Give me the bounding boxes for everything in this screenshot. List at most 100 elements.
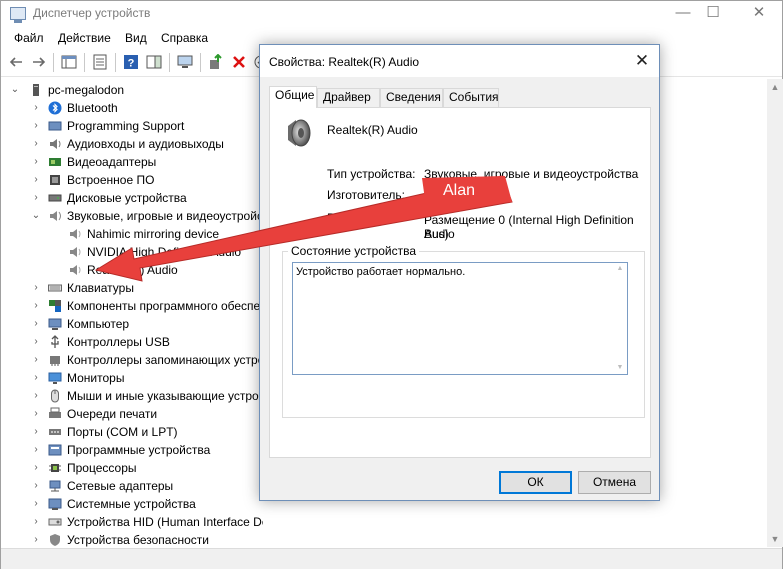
scroll-down-icon[interactable]: ▼: [767, 531, 783, 547]
scan-hardware-icon[interactable]: [177, 54, 193, 70]
tree-category-item[interactable]: › Bluetooth: [1, 99, 263, 117]
tree-category-item[interactable]: › Programming Support: [1, 117, 263, 135]
computer-icon: [48, 318, 62, 330]
chevron-right-icon[interactable]: ›: [31, 513, 41, 531]
tree-item-label: Звуковые, игровые и видеоустройства: [67, 209, 263, 223]
window-title: Диспетчер устройств: [33, 6, 151, 20]
tree-category-item[interactable]: › Контроллеры USB: [1, 333, 263, 351]
vertical-scrollbar[interactable]: ▲ ▼: [767, 79, 783, 547]
device-name: Realtek(R) Audio: [327, 123, 418, 137]
tab-details[interactable]: Сведения: [380, 88, 443, 107]
menu-help[interactable]: Справка: [161, 31, 208, 45]
ok-button[interactable]: ОК: [499, 471, 572, 494]
menu-view[interactable]: Вид: [125, 31, 147, 45]
tree-child-item[interactable]: NVIDIA High Definition Audio: [1, 243, 263, 261]
tree-item-label: Контроллеры USB: [67, 335, 170, 349]
tree-category-item[interactable]: › Дисковые устройства: [1, 189, 263, 207]
tree-child-item[interactable]: Realtek(R) Audio: [1, 261, 263, 279]
tree-category-item[interactable]: › Видеоадаптеры: [1, 153, 263, 171]
bluetooth-icon: [48, 101, 62, 115]
tree-category-item[interactable]: › Контроллеры запоминающих устройств: [1, 351, 263, 369]
update-driver-icon[interactable]: [208, 54, 224, 70]
tree-category-item[interactable]: › Клавиатуры: [1, 279, 263, 297]
chevron-right-icon[interactable]: ›: [31, 333, 41, 351]
tree-category-item[interactable]: › Компоненты программного обеспечения: [1, 297, 263, 315]
tree-item-label: Контроллеры запоминающих устройств: [67, 353, 263, 367]
scroll-up-icon[interactable]: ▲: [767, 79, 783, 95]
speaker-icon: [70, 229, 81, 239]
chevron-right-icon[interactable]: ›: [31, 135, 41, 153]
tree-category-item[interactable]: ⌄ Звуковые, игровые и видеоустройства: [1, 207, 263, 225]
chevron-right-icon[interactable]: ›: [31, 315, 41, 333]
tree-category-item[interactable]: › Мыши и иные указывающие устройства: [1, 387, 263, 405]
tree-item-label: Мыши и иные указывающие устройства: [67, 389, 263, 403]
uninstall-device-icon[interactable]: [231, 54, 247, 70]
dialog-close-button[interactable]: ✕: [625, 45, 659, 77]
tree-category-item[interactable]: › Сетевые адаптеры: [1, 477, 263, 495]
tree-item-label: Программные устройства: [67, 443, 211, 457]
chevron-right-icon[interactable]: ›: [31, 189, 41, 207]
help-icon[interactable]: ?: [123, 54, 139, 70]
chevron-right-icon[interactable]: ›: [31, 369, 41, 387]
chevron-right-icon[interactable]: ›: [31, 495, 41, 513]
tab-events[interactable]: События: [443, 88, 499, 107]
chevron-right-icon[interactable]: ›: [31, 441, 41, 459]
tree-child-item[interactable]: Nahimic mirroring device: [1, 225, 263, 243]
menu-file[interactable]: Файл: [14, 31, 44, 45]
tree-root-label: pc-megalodon: [48, 83, 125, 97]
maximize-button[interactable]: ☐: [693, 1, 733, 27]
chevron-right-icon[interactable]: ›: [31, 279, 41, 297]
textbox-scroll-up-icon[interactable]: ▲: [615, 265, 625, 272]
chevron-right-icon[interactable]: ›: [31, 153, 41, 171]
display-adapter-icon: [49, 158, 61, 166]
tree-category-item[interactable]: › Компьютер: [1, 315, 263, 333]
svg-text:?: ?: [128, 58, 135, 70]
software-device-icon: [48, 444, 62, 456]
tree-item-label: Клавиатуры: [67, 281, 134, 295]
tree-root[interactable]: ⌄ pc-megalodon: [1, 81, 263, 99]
tree-category-item[interactable]: › Программные устройства: [1, 441, 263, 459]
chevron-right-icon[interactable]: ›: [31, 387, 41, 405]
device-status-textbox[interactable]: Устройство работает нормально. ▲ ▼: [292, 262, 628, 375]
tree-category-item[interactable]: › Процессоры: [1, 459, 263, 477]
network-icon: [49, 480, 61, 492]
chevron-down-icon[interactable]: ⌄: [31, 207, 41, 225]
tree-category-item[interactable]: › Устройства безопасности: [1, 531, 263, 549]
speaker-icon: [288, 119, 311, 147]
tree-item-label: Компьютер: [67, 317, 130, 331]
tree-category-item[interactable]: › Аудиовходы и аудиовыходы: [1, 135, 263, 153]
chevron-right-icon[interactable]: ›: [31, 297, 41, 315]
chevron-right-icon[interactable]: ›: [31, 99, 41, 117]
chevron-right-icon[interactable]: ›: [31, 351, 41, 369]
close-button[interactable]: ✕: [739, 1, 779, 27]
menu-action[interactable]: Действие: [58, 31, 111, 45]
back-arrow-icon[interactable]: [8, 54, 24, 70]
tree-category-item[interactable]: › Устройства HID (Human Interface Devices…: [1, 513, 263, 531]
tree-category-item[interactable]: › Очереди печати: [1, 405, 263, 423]
chevron-right-icon[interactable]: ›: [31, 459, 41, 477]
speaker-icon: [70, 265, 81, 275]
chevron-right-icon[interactable]: ›: [31, 477, 41, 495]
device-status-group-label: Состояние устройства: [288, 244, 420, 258]
tree-category-item[interactable]: › Встроенное ПО: [1, 171, 263, 189]
chevron-down-icon[interactable]: ⌄: [10, 81, 20, 99]
chevron-right-icon[interactable]: ›: [31, 423, 41, 441]
chevron-right-icon[interactable]: ›: [31, 531, 41, 549]
tree-category-item[interactable]: › Системные устройства: [1, 495, 263, 513]
tab-driver[interactable]: Драйвер: [317, 88, 380, 107]
type-label: Тип устройства:: [327, 167, 416, 181]
tree-category-item[interactable]: › Порты (COM и LPT): [1, 423, 263, 441]
action-pane-icon[interactable]: [146, 54, 162, 70]
properties-icon[interactable]: [92, 54, 108, 70]
chevron-right-icon[interactable]: ›: [31, 171, 41, 189]
chevron-right-icon[interactable]: ›: [31, 405, 41, 423]
forward-arrow-icon[interactable]: [31, 54, 47, 70]
mouse-icon: [51, 389, 59, 403]
chevron-right-icon[interactable]: ›: [31, 117, 41, 135]
tab-general[interactable]: Общие: [269, 86, 317, 108]
textbox-scroll-down-icon[interactable]: ▼: [615, 364, 625, 371]
tree-item-label: NVIDIA High Definition Audio: [87, 245, 242, 259]
show-hide-tree-icon[interactable]: [61, 54, 77, 70]
cancel-button[interactable]: Отмена: [578, 471, 651, 494]
tree-category-item[interactable]: › Мониторы: [1, 369, 263, 387]
